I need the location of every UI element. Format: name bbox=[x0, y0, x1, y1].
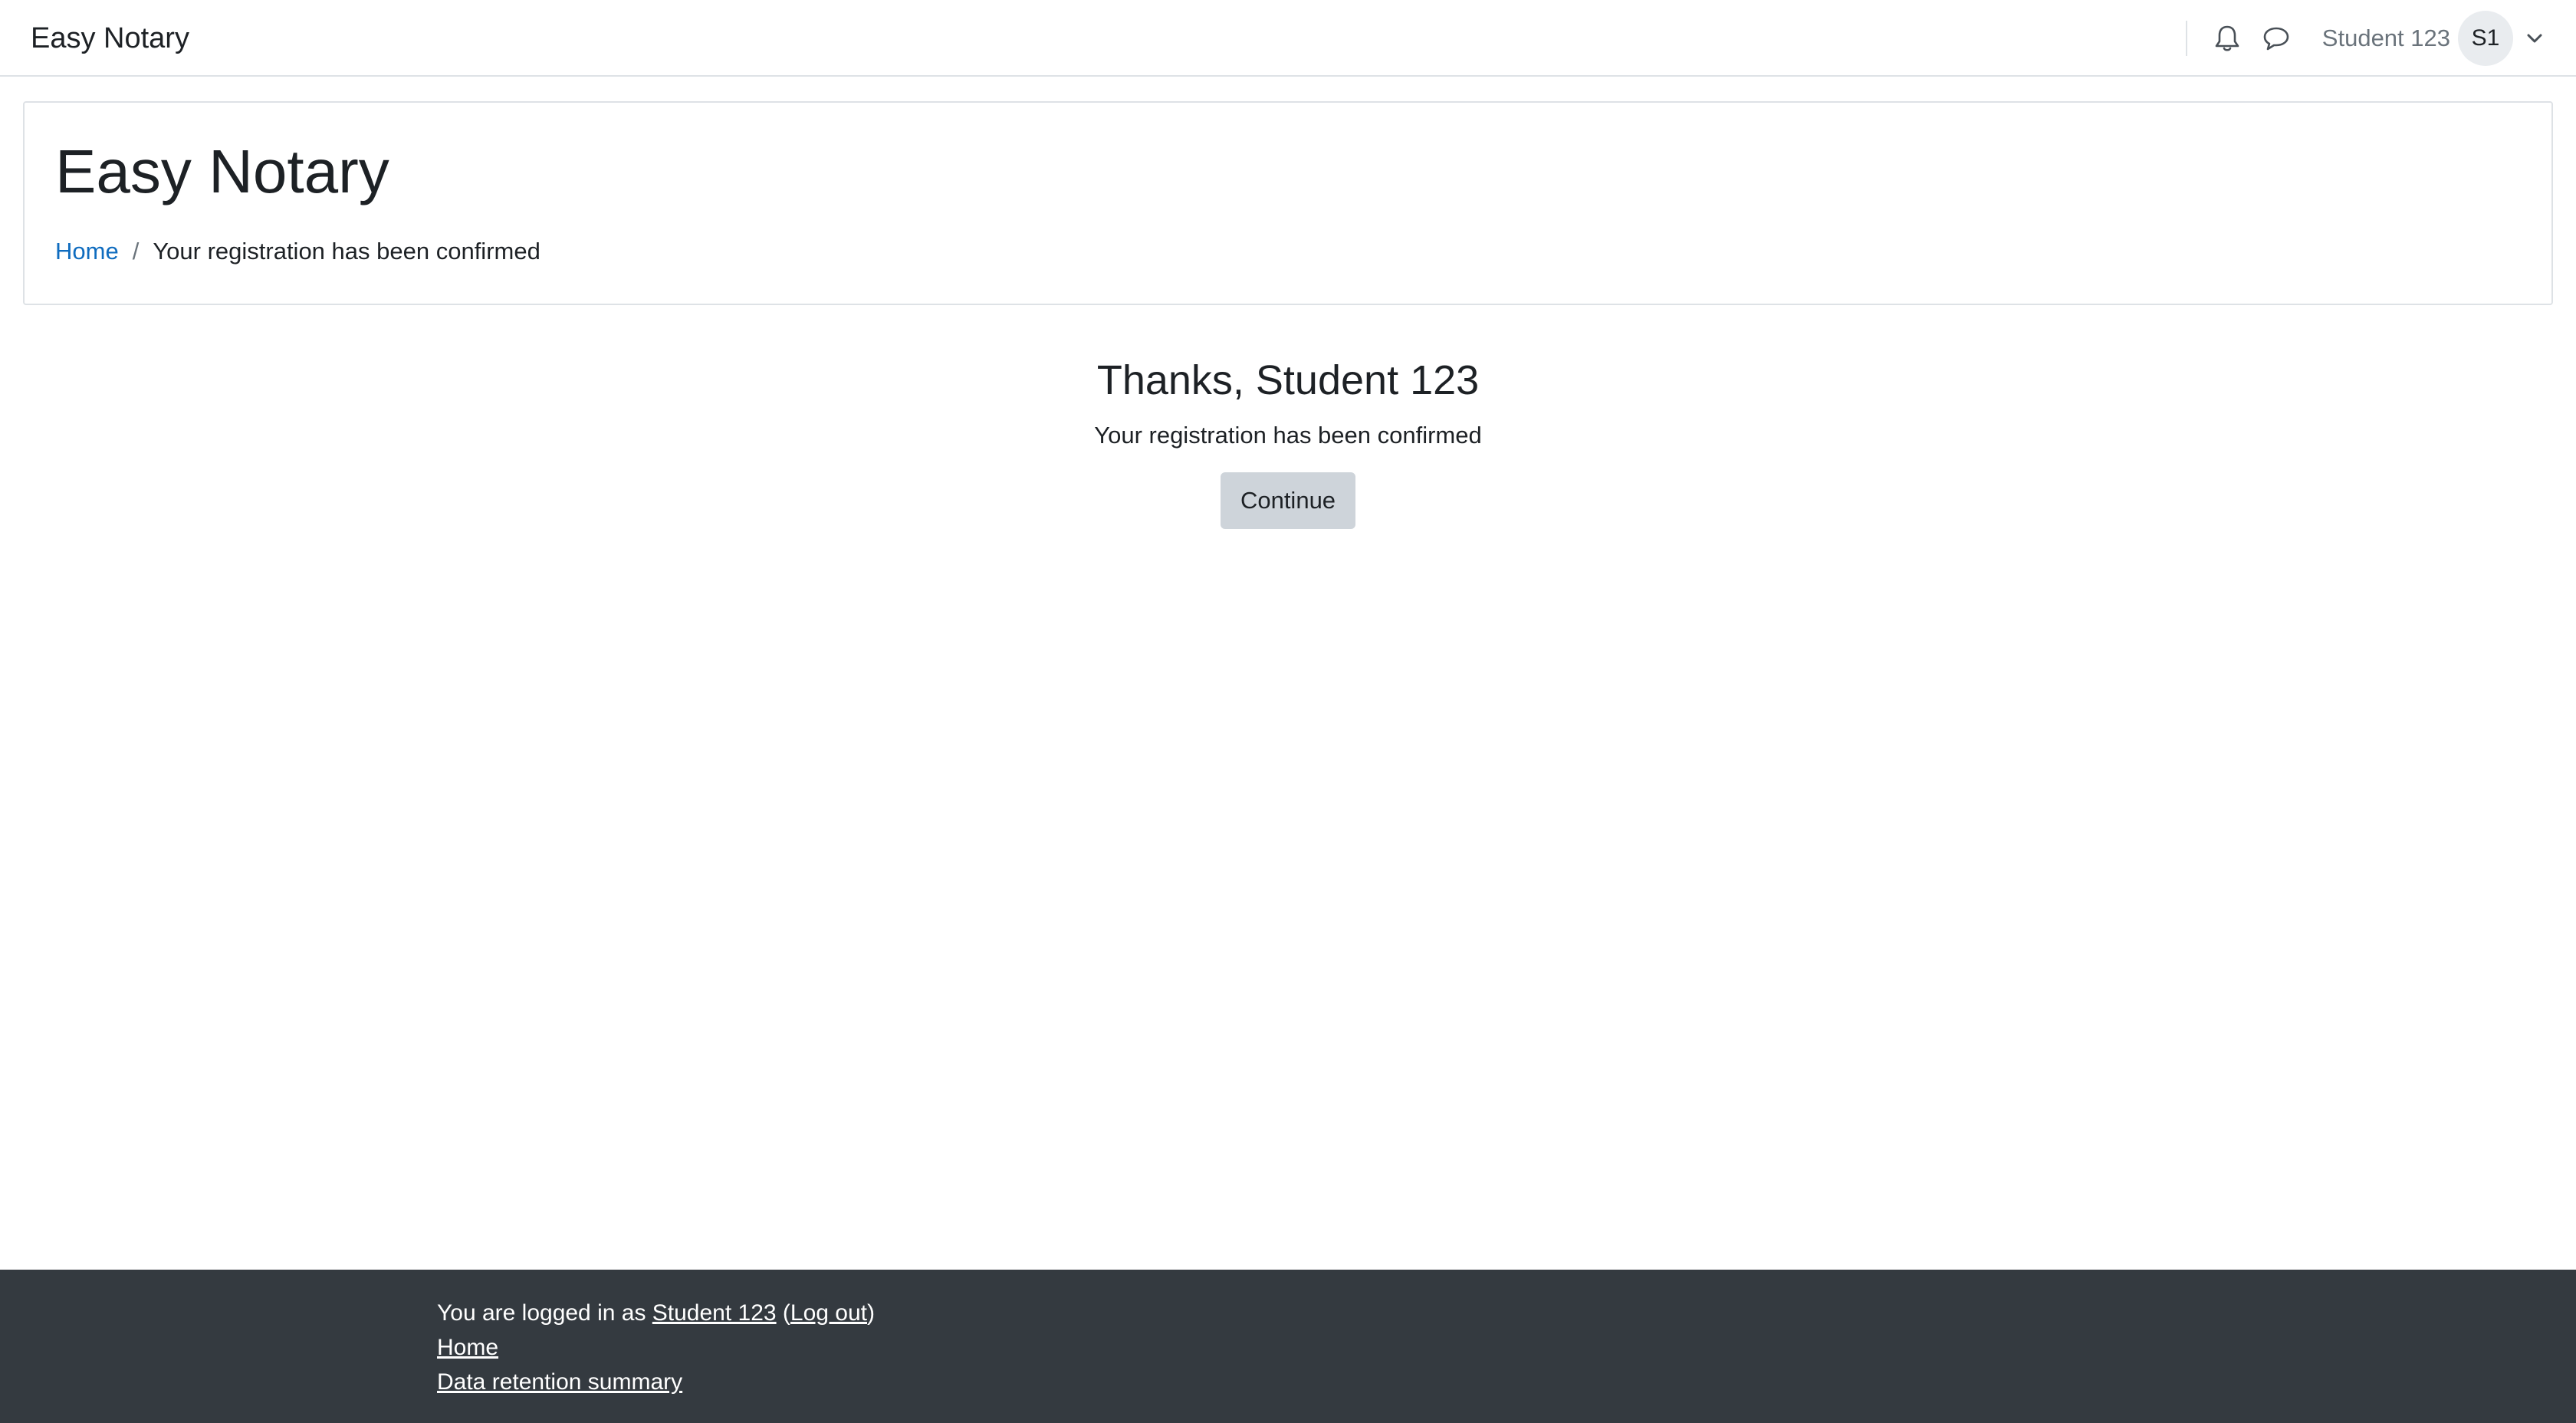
logout-link[interactable]: Log out bbox=[790, 1300, 867, 1326]
user-menu-toggle[interactable]: Student 123 S1 bbox=[2322, 11, 2545, 66]
avatar: S1 bbox=[2458, 11, 2513, 66]
breadcrumb-home-link[interactable]: Home bbox=[55, 235, 119, 268]
bell-icon bbox=[2214, 25, 2240, 52]
footer-content: You are logged in as Student 123 (Log ou… bbox=[437, 1296, 875, 1399]
logged-in-info: You are logged in as Student 123 (Log ou… bbox=[437, 1296, 875, 1330]
footer-user-link[interactable]: Student 123 bbox=[652, 1300, 777, 1326]
continue-button[interactable]: Continue bbox=[1221, 472, 1355, 529]
breadcrumb: Home / Your registration has been confir… bbox=[55, 235, 540, 268]
footer-close-paren: ) bbox=[867, 1300, 876, 1326]
thanks-heading: Thanks, Student 123 bbox=[1096, 357, 1480, 403]
top-navbar: Easy Notary Student 123 S1 bbox=[0, 0, 2576, 77]
chat-icon bbox=[2262, 25, 2290, 51]
site-brand-link[interactable]: Easy Notary bbox=[31, 18, 189, 58]
navbar-right: Student 123 S1 bbox=[2185, 0, 2545, 77]
breadcrumb-current: Your registration has been confirmed bbox=[153, 238, 540, 265]
navbar-divider bbox=[2185, 21, 2187, 56]
footer-home-link[interactable]: Home bbox=[437, 1330, 875, 1365]
user-name: Student 123 bbox=[2321, 25, 2450, 51]
page-title: Easy Notary bbox=[55, 137, 389, 205]
main-content: Thanks, Student 123 Your registration ha… bbox=[0, 353, 2576, 529]
chevron-down-icon bbox=[2524, 28, 2545, 49]
logged-in-prefix: You are logged in as bbox=[437, 1300, 652, 1326]
messages-button[interactable] bbox=[2256, 18, 2296, 58]
page-footer: You are logged in as Student 123 (Log ou… bbox=[0, 1270, 2576, 1423]
confirmation-message: Your registration has been confirmed bbox=[1094, 422, 1482, 449]
data-retention-link[interactable]: Data retention summary bbox=[437, 1365, 875, 1399]
footer-open-paren: ( bbox=[776, 1300, 790, 1326]
breadcrumb-separator: / bbox=[132, 238, 140, 265]
page-header: Easy Notary Home / Your registration has… bbox=[23, 101, 2553, 305]
notifications-button[interactable] bbox=[2207, 18, 2247, 58]
